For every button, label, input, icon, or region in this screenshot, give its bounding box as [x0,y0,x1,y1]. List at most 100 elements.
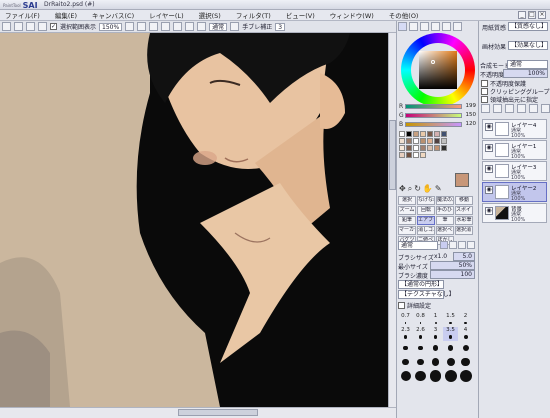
tool-button[interactable]: 回転 [417,206,435,215]
color-swatch[interactable] [406,145,412,151]
brush-size-cell[interactable] [398,369,413,383]
deselect-icon[interactable] [26,22,35,31]
detail-settings-checkbox[interactable] [398,302,405,309]
flip-icon[interactable] [197,22,207,31]
brush-size-cell[interactable] [413,341,428,355]
brush-size-cell[interactable] [413,355,428,369]
brush-size-cell[interactable] [458,355,473,369]
maximize-icon[interactable]: □ [528,11,536,19]
copy-layer-icon[interactable] [517,104,526,113]
tool-button[interactable]: 筆 [436,216,454,225]
visibility-icon[interactable]: ◉ [485,165,493,173]
brush-size-cell[interactable] [458,341,473,355]
shape-hard-icon[interactable] [467,241,475,249]
layer-item[interactable]: ◉ レイヤー4 通常 100% [482,119,547,139]
brush-size-cell[interactable] [398,341,413,355]
opacity-slider[interactable]: 100% [503,69,548,78]
invert-icon[interactable] [38,22,47,31]
selection-source-checkbox[interactable] [481,96,488,103]
blue-slider[interactable] [405,122,462,127]
move-icon[interactable]: ✥ [399,184,406,194]
brush-texture2-select[interactable]: 【テクスチャなし】 [398,290,455,299]
merge-layer-icon[interactable] [529,104,538,113]
vertical-scroll-thumb[interactable] [389,120,396,190]
color-swatch[interactable] [434,138,440,144]
new-layer-icon[interactable] [481,104,490,113]
color-swatch[interactable] [420,131,426,137]
tool-button[interactable]: スポイト [455,206,473,215]
brush-size-mult[interactable]: x1.0 [434,253,447,260]
tool-button[interactable]: 移動 [455,196,473,205]
blend-mode-select[interactable]: 通常 [507,60,548,69]
new-linework-icon[interactable] [505,104,514,113]
color-wheel-mode-icon[interactable] [398,22,407,31]
rotate-reset-icon[interactable] [185,22,195,31]
gradient-mode-icon[interactable] [431,22,440,31]
rotate-icon[interactable]: ↻ [414,184,421,194]
paper-texture-select[interactable]: 【質感なし】 [508,22,548,31]
tool-button[interactable]: 消しゴム [417,226,435,235]
color-swatch[interactable] [399,145,405,151]
red-slider[interactable] [405,104,462,109]
color-swatch[interactable] [399,152,405,158]
brush-size-cell[interactable]: 0.7 [398,313,413,327]
hand-icon[interactable]: ✋ [423,184,433,194]
visibility-icon[interactable]: ◉ [485,207,493,215]
color-swatch[interactable] [434,145,440,151]
color-swatch[interactable] [420,152,426,158]
visibility-icon[interactable]: ◉ [485,186,493,194]
density-slider[interactable]: 100 [430,270,475,279]
stabilizer-field[interactable]: 3 [275,22,286,31]
zoom-out-icon[interactable] [125,22,135,31]
menu-filter[interactable]: フィルタ(T) [236,10,271,20]
tool-button[interactable]: マーカー [398,226,416,235]
tool-button[interactable]: なげなわ [417,196,435,205]
shape-soft-icon[interactable] [458,241,466,249]
green-slider[interactable] [405,113,462,118]
color-swatch[interactable] [399,138,405,144]
layer-item-selected[interactable]: ◉ レイヤー2 通常 100% [482,182,547,202]
brush-size-cell[interactable]: 3 [428,327,443,341]
brush-size-cell[interactable] [428,369,443,383]
tool-button[interactable]: ズーム [398,206,416,215]
zoom-field[interactable]: 150% [99,22,123,31]
color-swatch[interactable] [427,145,433,151]
brush-size-cell[interactable]: 0.8 [413,313,428,327]
shape-flat-icon[interactable] [449,241,457,249]
layer-item[interactable]: ◉ レイヤー3 通常 100% [482,161,547,181]
selection-display-checkbox[interactable]: ✓ [50,23,57,30]
open-icon[interactable] [14,22,23,31]
zoom-in-icon[interactable] [137,22,147,31]
blend-option-icon[interactable] [230,22,240,31]
menu-select[interactable]: 選択(S) [199,10,221,20]
menu-other[interactable]: その他(O) [389,10,419,20]
color-swatch[interactable] [441,138,447,144]
protect-opacity-checkbox[interactable] [481,80,488,87]
minimize-icon[interactable]: _ [518,11,526,19]
foreground-color[interactable] [455,173,469,187]
visibility-icon[interactable]: ◉ [485,144,493,152]
tool-button[interactable]: 選択ペン [436,226,454,235]
min-size-slider[interactable]: 50% [430,261,475,270]
delete-layer-icon[interactable] [541,104,550,113]
brush-size-cell[interactable]: 1.5 [443,313,458,327]
horizontal-scroll-thumb[interactable] [178,409,258,416]
visibility-icon[interactable]: ◉ [485,123,493,131]
color-swatch[interactable] [441,145,447,151]
tool-button[interactable]: 水彩筆 [455,216,473,225]
swatch-mode-icon[interactable] [442,22,451,31]
brush-mode-select[interactable]: 通常 [398,241,438,250]
new-folder-icon[interactable] [493,104,502,113]
layer-item[interactable]: ◉ レイヤー1 通常 100% [482,140,547,160]
brush-size-cell[interactable] [443,341,458,355]
eyedropper-icon[interactable]: ✎ [435,184,442,194]
brush-size-cell[interactable] [443,369,458,383]
brush-size-cell[interactable] [443,355,458,369]
rotate-left-icon[interactable] [161,22,171,31]
brush-size-cell[interactable] [428,341,443,355]
color-swatch[interactable] [427,138,433,144]
canvas[interactable] [0,33,388,407]
blend-field[interactable]: 通常 [209,22,228,31]
tool-button[interactable]: 選択 [398,196,416,205]
brush-size-cell[interactable]: 2 [458,313,473,327]
